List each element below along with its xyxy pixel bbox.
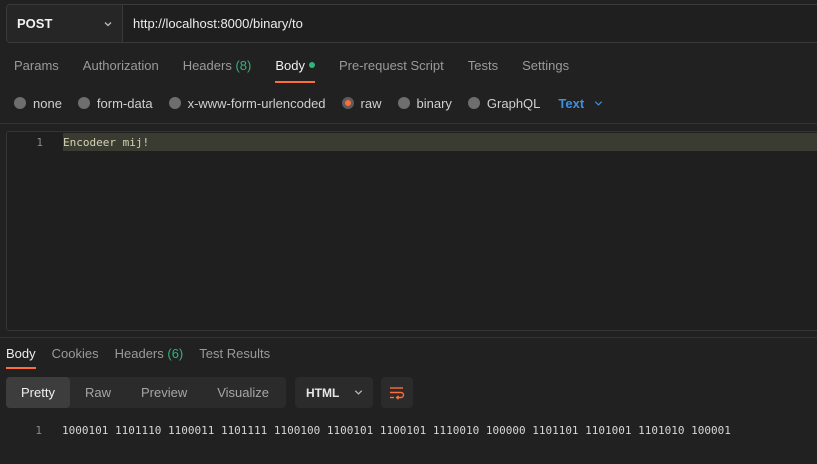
radio-label: x-www-form-urlencoded (187, 95, 326, 111)
tab-label: Tests (467, 58, 499, 73)
view-pretty-button[interactable]: Pretty (6, 377, 70, 408)
radio-button-selected[interactable] (341, 97, 354, 109)
tab-label: Body (275, 58, 305, 73)
tab-body[interactable]: Body (275, 58, 315, 83)
view-visualize-button[interactable]: Visualize (202, 377, 284, 408)
tab-authorization[interactable]: Authorization (83, 58, 159, 82)
tab-label: Cookies (51, 346, 99, 361)
response-language-select[interactable]: HTML (295, 377, 373, 408)
radio-none[interactable]: none (14, 96, 62, 111)
headers-count: (6) (167, 346, 184, 361)
tab-label: Pre-request Script (338, 58, 444, 73)
tab-pre-request-script[interactable]: Pre-request Script (339, 58, 444, 82)
radio-binary[interactable]: binary (397, 95, 452, 111)
tab-label: Headers (182, 58, 232, 73)
response-text: 1000101 1101110 1100011 1101111 1100100 … (62, 423, 731, 437)
radio-label: raw (360, 95, 382, 111)
tab-label: Headers (114, 346, 164, 361)
response-tabs: Body Cookies Headers (6) Test Results (6, 346, 286, 370)
method-label: POST (17, 16, 53, 31)
response-tab-headers[interactable]: Headers (6) (115, 346, 184, 369)
chevron-down-icon (355, 390, 363, 395)
language-label: HTML (306, 385, 340, 400)
radio-label: form-data (96, 95, 153, 111)
tab-settings[interactable]: Settings (522, 58, 569, 82)
headers-count: (8) (235, 58, 252, 73)
response-tab-cookies[interactable]: Cookies (52, 346, 99, 369)
tab-label: Body (6, 346, 36, 361)
request-bar: POST http://localhost:8000/binary/to (6, 4, 817, 43)
postman-request-pane: POST http://localhost:8000/binary/to Par… (0, 0, 817, 464)
tab-headers[interactable]: Headers (8) (183, 58, 252, 82)
view-raw-button[interactable]: Raw (70, 377, 126, 408)
response-tab-body[interactable]: Body (6, 346, 36, 369)
response-line: 1 1000101 1101110 1100011 1101111 110010… (0, 422, 731, 438)
editor-text[interactable]: Encodeer mij! (63, 133, 817, 151)
tab-label: Test Results (199, 346, 271, 361)
response-tab-test-results[interactable]: Test Results (199, 346, 270, 369)
radio-button[interactable] (467, 97, 480, 109)
url-input[interactable]: http://localhost:8000/binary/to (123, 5, 817, 42)
body-editor[interactable]: 1 Encodeer mij! (6, 131, 817, 331)
pane-resize-handle[interactable] (0, 337, 817, 338)
tab-label: Authorization (82, 58, 159, 73)
tab-tests[interactable]: Tests (468, 58, 498, 82)
line-number: 1 (35, 423, 42, 437)
body-modified-dot (308, 62, 315, 68)
wrap-lines-button[interactable] (381, 377, 413, 408)
radio-label: binary (416, 95, 452, 111)
wrap-lines-icon (390, 386, 405, 400)
radio-button[interactable] (14, 97, 26, 109)
chevron-down-icon (104, 22, 112, 27)
body-type-options: none form-data x-www-form-urlencoded raw… (14, 95, 604, 111)
raw-format-label: Text (558, 95, 585, 111)
radio-graphql[interactable]: GraphQL (467, 95, 541, 111)
tab-label: Settings (522, 58, 570, 73)
radio-label: none (33, 95, 62, 111)
raw-format-select[interactable]: Text (558, 96, 604, 111)
view-preview-button[interactable]: Preview (126, 377, 202, 408)
request-tabs: Params Authorization Headers (8) Body Pr… (14, 58, 593, 84)
method-select[interactable]: POST (7, 5, 123, 42)
radio-button[interactable] (397, 97, 410, 109)
radio-button[interactable] (77, 97, 90, 109)
editor-line: 1 Encodeer mij! (7, 133, 817, 151)
tab-label: Params (14, 58, 59, 73)
chevron-down-icon (595, 100, 603, 106)
radio-button[interactable] (168, 97, 181, 109)
radio-x-www-form-urlencoded[interactable]: x-www-form-urlencoded (168, 95, 326, 111)
tab-params[interactable]: Params (14, 58, 59, 82)
radio-form-data[interactable]: form-data (77, 95, 153, 111)
radio-raw[interactable]: raw (341, 95, 382, 111)
line-number: 1 (36, 135, 43, 149)
view-mode-group: Pretty Raw Preview Visualize (6, 377, 286, 408)
radio-label: GraphQL (486, 95, 541, 111)
divider (0, 123, 817, 124)
